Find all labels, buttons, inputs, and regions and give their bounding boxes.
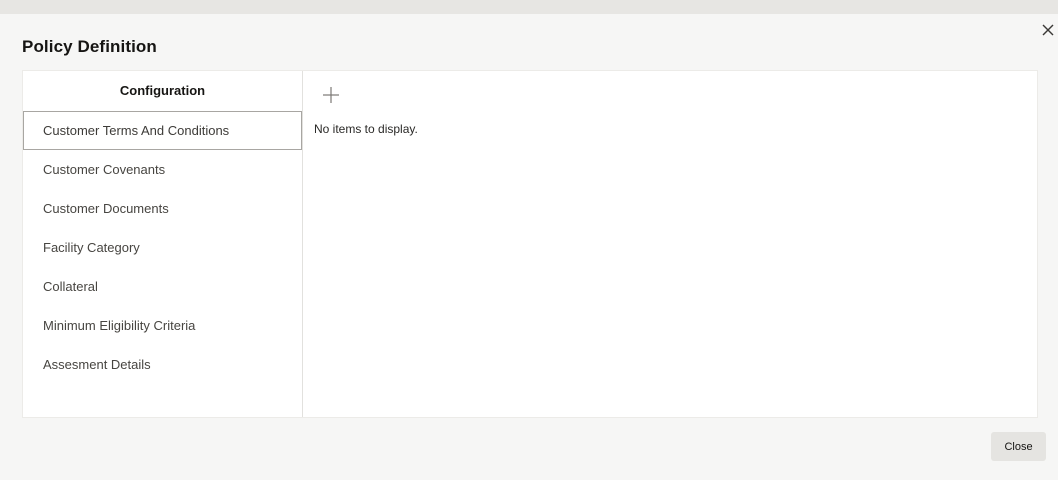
empty-message: No items to display. [314,122,418,136]
nav-item-customer-terms-and-conditions[interactable]: Customer Terms And Conditions [23,111,302,150]
dialog-title: Policy Definition [22,37,157,56]
close-icon[interactable] [1040,22,1056,38]
nav-list: Customer Terms And Conditions Customer C… [23,111,302,384]
nav-item-minimum-eligibility-criteria[interactable]: Minimum Eligibility Criteria [23,306,302,345]
nav-item-customer-documents[interactable]: Customer Documents [23,189,302,228]
nav-item-collateral[interactable]: Collateral [23,267,302,306]
content-area: No items to display. [304,71,1037,417]
close-button[interactable]: Close [991,432,1046,461]
nav-item-assesment-details[interactable]: Assesment Details [23,345,302,384]
plus-icon[interactable] [321,85,341,105]
nav-item-facility-category[interactable]: Facility Category [23,228,302,267]
nav-item-customer-covenants[interactable]: Customer Covenants [23,150,302,189]
policy-panel: Configuration Customer Terms And Conditi… [22,70,1038,418]
configuration-nav: Configuration Customer Terms And Conditi… [23,71,303,417]
nav-header: Configuration [119,83,206,98]
header-strip [0,0,1058,14]
